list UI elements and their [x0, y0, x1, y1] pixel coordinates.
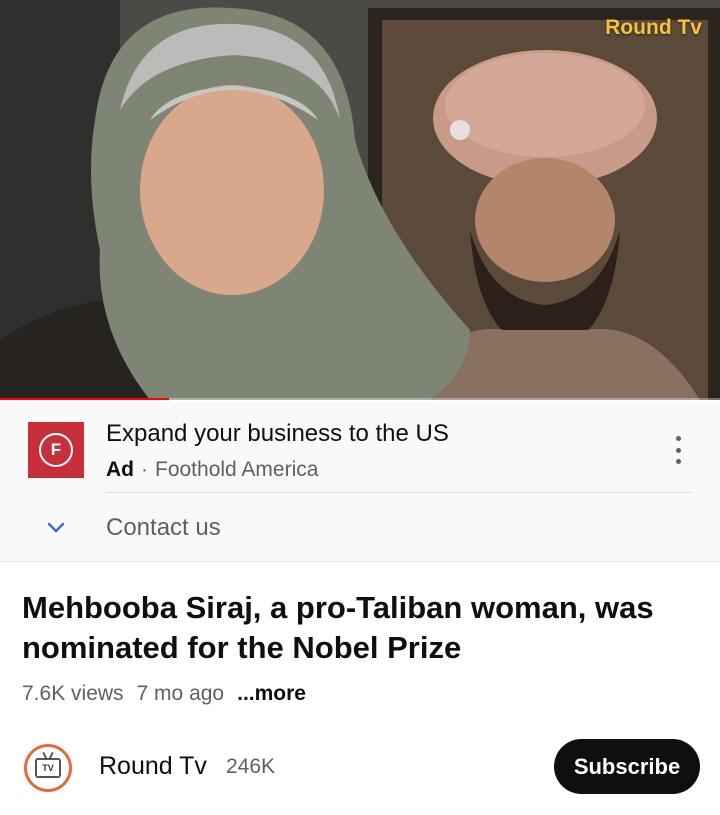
channel-name[interactable]: Round Tv — [99, 752, 207, 781]
ad-card[interactable]: F Expand your business to the US Ad · Fo… — [0, 402, 720, 562]
video-title[interactable]: Mehbooba Siraj, a pro-Taliban woman, was… — [22, 588, 702, 668]
ad-title[interactable]: Expand your business to the US — [106, 420, 449, 448]
video-progress-fill — [0, 398, 170, 400]
video-meta[interactable]: 7.6K views 7 mo ago ...more — [22, 682, 306, 706]
chevron-down-icon[interactable] — [44, 516, 68, 540]
contact-us-link[interactable]: Contact us — [106, 514, 221, 542]
ad-subline: Ad · Foothold America — [106, 458, 318, 482]
view-count: 7.6K views — [22, 682, 124, 705]
advertiser-logo[interactable]: F — [28, 422, 84, 478]
ad-separator: · — [141, 458, 148, 481]
ad-badge: Ad — [106, 458, 134, 481]
advertiser-name: Foothold America — [155, 458, 319, 481]
channel-avatar[interactable]: TV — [24, 744, 72, 792]
subscribe-button[interactable]: Subscribe — [554, 739, 700, 794]
upload-age: 7 mo ago — [136, 682, 225, 705]
tv-icon: TV — [35, 758, 61, 778]
subscriber-count: 246K — [226, 755, 276, 778]
channel-watermark: Round Tv — [605, 16, 702, 39]
more-vert-icon[interactable] — [668, 432, 688, 468]
ad-divider — [106, 492, 692, 493]
video-progress-bar[interactable] — [0, 398, 720, 400]
more-link[interactable]: ...more — [237, 682, 306, 706]
advertiser-logo-letter: F — [39, 433, 73, 467]
video-player[interactable]: Round Tv — [0, 0, 720, 400]
video-thumbnail — [0, 0, 720, 400]
